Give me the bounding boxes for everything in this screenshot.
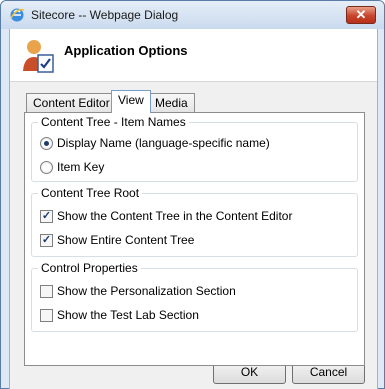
user-settings-icon [23,40,54,73]
control-properties-group: Control Properties Show the Personalizat… [31,261,358,332]
window-title: Sitecore -- Webpage Dialog [31,8,179,22]
tab-content-editor[interactable]: Content Editor [26,93,117,113]
radio-button[interactable] [40,136,53,150]
show-content-tree-checkbox[interactable]: ✓ Show the Content Tree in the Content E… [40,208,292,224]
display-name-radio[interactable]: Display Name (language-specific name) [40,135,270,151]
dialog-header: Application Options [10,29,377,81]
test-lab-label: Show the Test Lab Section [57,308,199,322]
tab-media[interactable]: Media [148,93,195,113]
test-lab-checkbox[interactable]: Show the Test Lab Section [40,307,199,323]
show-entire-tree-checkbox[interactable]: ✓ Show Entire Content Tree [40,232,194,248]
checkbox[interactable]: ✓ [40,233,53,247]
personalization-label: Show the Personalization Section [57,284,236,298]
tabs-area: Content Editor View Media Content Tree -… [10,81,377,373]
checkbox[interactable]: ✓ [40,209,53,223]
dialog-window: Sitecore -- Webpage Dialog ✕ Application… [0,0,385,389]
tab-view[interactable]: View [111,90,151,113]
dialog-body: Application Options Content Editor View … [9,29,378,389]
page-title: Application Options [64,43,188,58]
display-name-label: Display Name (language-specific name) [57,136,270,150]
title-bar[interactable]: Sitecore -- Webpage Dialog ✕ [1,1,384,29]
checkbox[interactable] [40,308,53,322]
checkbox[interactable] [40,284,53,298]
personalization-checkbox[interactable]: Show the Personalization Section [40,283,236,299]
item-key-radio[interactable]: Item Key [40,159,104,175]
tree-root-group-label: Content Tree Root [38,186,143,200]
item-names-group-label: Content Tree - Item Names [38,115,189,129]
show-entire-tree-label: Show Entire Content Tree [57,233,195,247]
show-content-tree-label: Show the Content Tree in the Content Edi… [57,209,293,223]
radio-button[interactable] [40,160,53,174]
control-properties-group-label: Control Properties [38,261,141,275]
item-names-group: Content Tree - Item Names Display Name (… [31,115,358,182]
view-tab-panel: Content Tree - Item Names Display Name (… [24,112,365,366]
tree-root-group: Content Tree Root ✓ Show the Content Tre… [31,186,358,257]
item-key-label: Item Key [57,160,105,174]
browser-icon [10,8,25,22]
close-button[interactable]: ✕ [346,6,376,24]
